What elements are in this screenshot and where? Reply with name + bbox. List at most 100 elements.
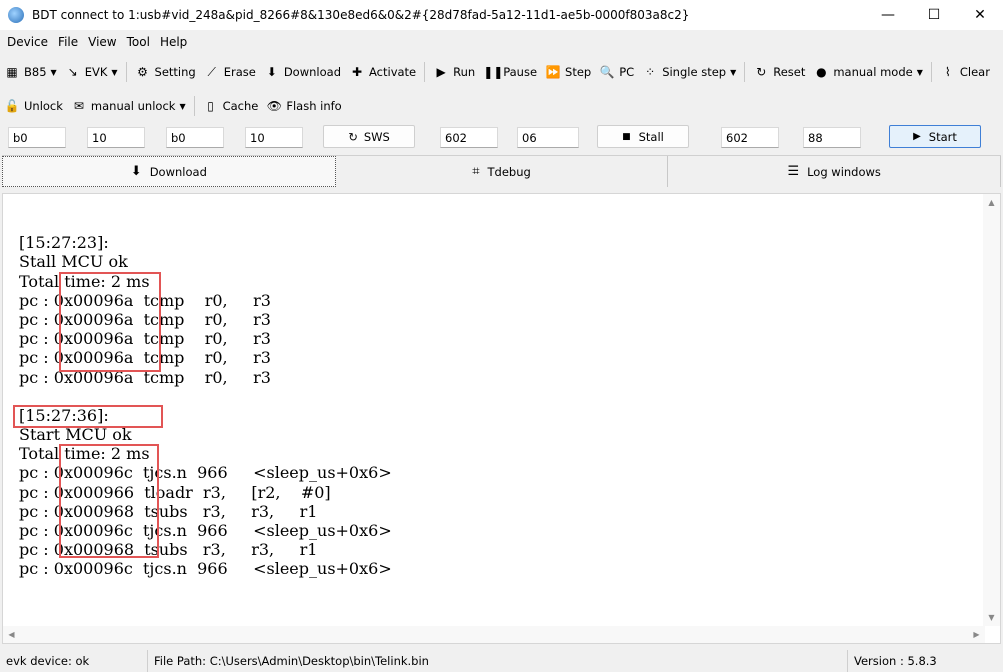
chip-select[interactable]: ▦ B85 ▼ <box>0 60 61 84</box>
log-line: [15:27:23]: <box>19 233 109 253</box>
stall-button[interactable]: ■ Stall <box>597 125 689 148</box>
gear-icon: ⚙ <box>137 65 148 79</box>
stop-icon: ■ <box>622 131 631 142</box>
param-input-1[interactable] <box>8 127 66 148</box>
param-input-6[interactable] <box>517 127 579 148</box>
activate-label: Activate <box>369 65 417 79</box>
log-line: Stall MCU ok <box>19 252 128 272</box>
erase-button[interactable]: ⟋ Erase <box>200 60 260 84</box>
window-controls: — ☐ ✕ <box>865 0 1003 30</box>
manual-unlock-select[interactable]: ✉ manual unlock ▼ <box>67 94 190 118</box>
clear-button[interactable]: ⌇ Clear <box>936 60 994 84</box>
tab-download[interactable]: ⬇ Download <box>2 156 336 187</box>
highlight-box-stall-pc <box>59 272 161 372</box>
highlight-box-start-mcu <box>13 405 163 428</box>
setting-button[interactable]: ⚙ Setting <box>131 60 200 84</box>
start-button[interactable]: ▶ Start <box>889 125 981 148</box>
toolbar-divider <box>744 62 746 82</box>
tab-tdebug[interactable]: ⌗ Tdebug <box>335 156 669 187</box>
step-button[interactable]: ⏩ Step <box>541 60 595 84</box>
scroll-right-icon[interactable]: ▶ <box>968 626 985 643</box>
scroll-left-icon[interactable]: ◀ <box>3 626 20 643</box>
chip-label: B85 <box>24 65 47 79</box>
maximize-button[interactable]: ☐ <box>911 0 957 30</box>
list-icon: ☰ <box>787 164 800 179</box>
binary-icon: ⌗ <box>472 164 480 179</box>
device-status: evk device: ok <box>0 650 148 672</box>
pause-label: Pause <box>503 65 538 79</box>
menu-tool[interactable]: Tool <box>122 35 155 49</box>
setting-label: Setting <box>154 65 196 79</box>
pause-icon: ❚❚ <box>483 65 504 79</box>
toolbar-divider <box>193 96 195 116</box>
sws-button[interactable]: ↻ SWS <box>323 125 415 148</box>
mode-icon: ● <box>816 65 827 79</box>
param-input-3[interactable] <box>166 127 224 148</box>
toolbar-divider <box>930 62 932 82</box>
reset-button[interactable]: ↻ Reset <box>749 60 809 84</box>
pause-button[interactable]: ❚❚ Pause <box>479 60 541 84</box>
activate-button[interactable]: ✚ Activate <box>345 60 420 84</box>
scroll-down-icon[interactable]: ▼ <box>983 609 1000 626</box>
title-bar: BDT connect to 1:usb#vid_248a&pid_8266#8… <box>0 0 1003 30</box>
single-step-label: Single step <box>662 65 727 79</box>
manual-mode-label: manual mode <box>833 65 913 79</box>
panel-tabs: ⬇ Download ⌗ Tdebug ☰ Log windows <box>2 155 1002 187</box>
horizontal-scrollbar[interactable]: ◀ ▶ <box>3 626 985 643</box>
param-input-7[interactable] <box>721 127 779 148</box>
single-step-select[interactable]: ⁘ Single step ▼ <box>638 60 740 84</box>
toolbar-divider <box>125 62 127 82</box>
parameter-row: ↻ SWS ■ Stall ▶ Start <box>0 124 1003 152</box>
toolbar-divider <box>424 62 426 82</box>
plus-icon: ✚ <box>351 65 363 79</box>
run-icon: ▶ <box>436 65 446 79</box>
unlock-button[interactable]: 🔓 Unlock <box>0 94 67 118</box>
tab-tdebug-label: Tdebug <box>487 164 531 179</box>
flash-info-button[interactable]: 👁 Flash info <box>262 94 345 118</box>
secondary-toolbar: 🔓 Unlock ✉ manual unlock ▼ ▯ Cache 👁 Fla… <box>0 91 1003 121</box>
board-icon: ↘ <box>67 65 78 79</box>
play-icon: ▶ <box>913 131 921 142</box>
scroll-up-icon[interactable]: ▲ <box>983 194 1000 211</box>
board-label: EVK <box>84 65 108 79</box>
menu-device[interactable]: Device <box>2 35 53 49</box>
cache-button[interactable]: ▯ Cache <box>199 94 263 118</box>
chip-icon: ▦ <box>6 65 18 79</box>
param-input-2[interactable] <box>87 127 145 148</box>
menu-view[interactable]: View <box>83 35 121 49</box>
flash-info-label: Flash info <box>286 99 342 113</box>
download-button[interactable]: ⬇ Download <box>260 60 345 84</box>
tab-log-windows[interactable]: ☰ Log windows <box>668 156 1002 187</box>
board-select[interactable]: ↘ EVK ▼ <box>61 60 122 84</box>
chevron-down-icon: ▼ <box>50 67 57 77</box>
log-window[interactable]: [15:27:23]: Stall MCU ok Total time: 2 ms p… <box>2 193 1001 644</box>
cache-label: Cache <box>222 99 259 113</box>
manual-mode-select[interactable]: ● manual mode ▼ <box>809 60 927 84</box>
param-input-5[interactable] <box>440 127 498 148</box>
main-toolbar: ▦ B85 ▼ ↘ EVK ▼ ⚙ Setting ⟋ Erase ⬇ Down… <box>0 57 1003 87</box>
unlock-label: Unlock <box>24 99 63 113</box>
close-button[interactable]: ✕ <box>957 0 1003 30</box>
eye-icon: 👁 <box>266 99 282 113</box>
start-label: Start <box>928 129 957 144</box>
search-icon: 🔍 <box>599 65 615 79</box>
param-input-4[interactable] <box>245 127 303 148</box>
file-path: File Path: C:\Users\Admin\Desktop\bin\Te… <box>148 650 848 672</box>
vertical-scrollbar[interactable]: ▲ ▼ <box>983 194 1000 626</box>
minimize-button[interactable]: — <box>865 0 911 30</box>
menu-file[interactable]: File <box>53 35 83 49</box>
refresh-icon: ↻ <box>756 65 767 79</box>
download-label: Download <box>283 65 341 79</box>
pc-button[interactable]: 🔍 PC <box>595 60 638 84</box>
chevron-down-icon: ▼ <box>916 67 923 77</box>
run-button[interactable]: ▶ Run <box>429 60 479 84</box>
log-line: pc : 0x00096c tjcs.n 966 <sleep_us+0x6> <box>19 559 392 579</box>
tab-log-label: Log windows <box>807 164 881 179</box>
param-input-8[interactable] <box>803 127 861 148</box>
window-title: BDT connect to 1:usb#vid_248a&pid_8266#8… <box>32 8 690 22</box>
lock-icon: 🔓 <box>4 99 20 113</box>
menu-help[interactable]: Help <box>155 35 192 49</box>
sws-label: SWS <box>363 129 390 144</box>
refresh-icon: ↻ <box>348 129 358 144</box>
